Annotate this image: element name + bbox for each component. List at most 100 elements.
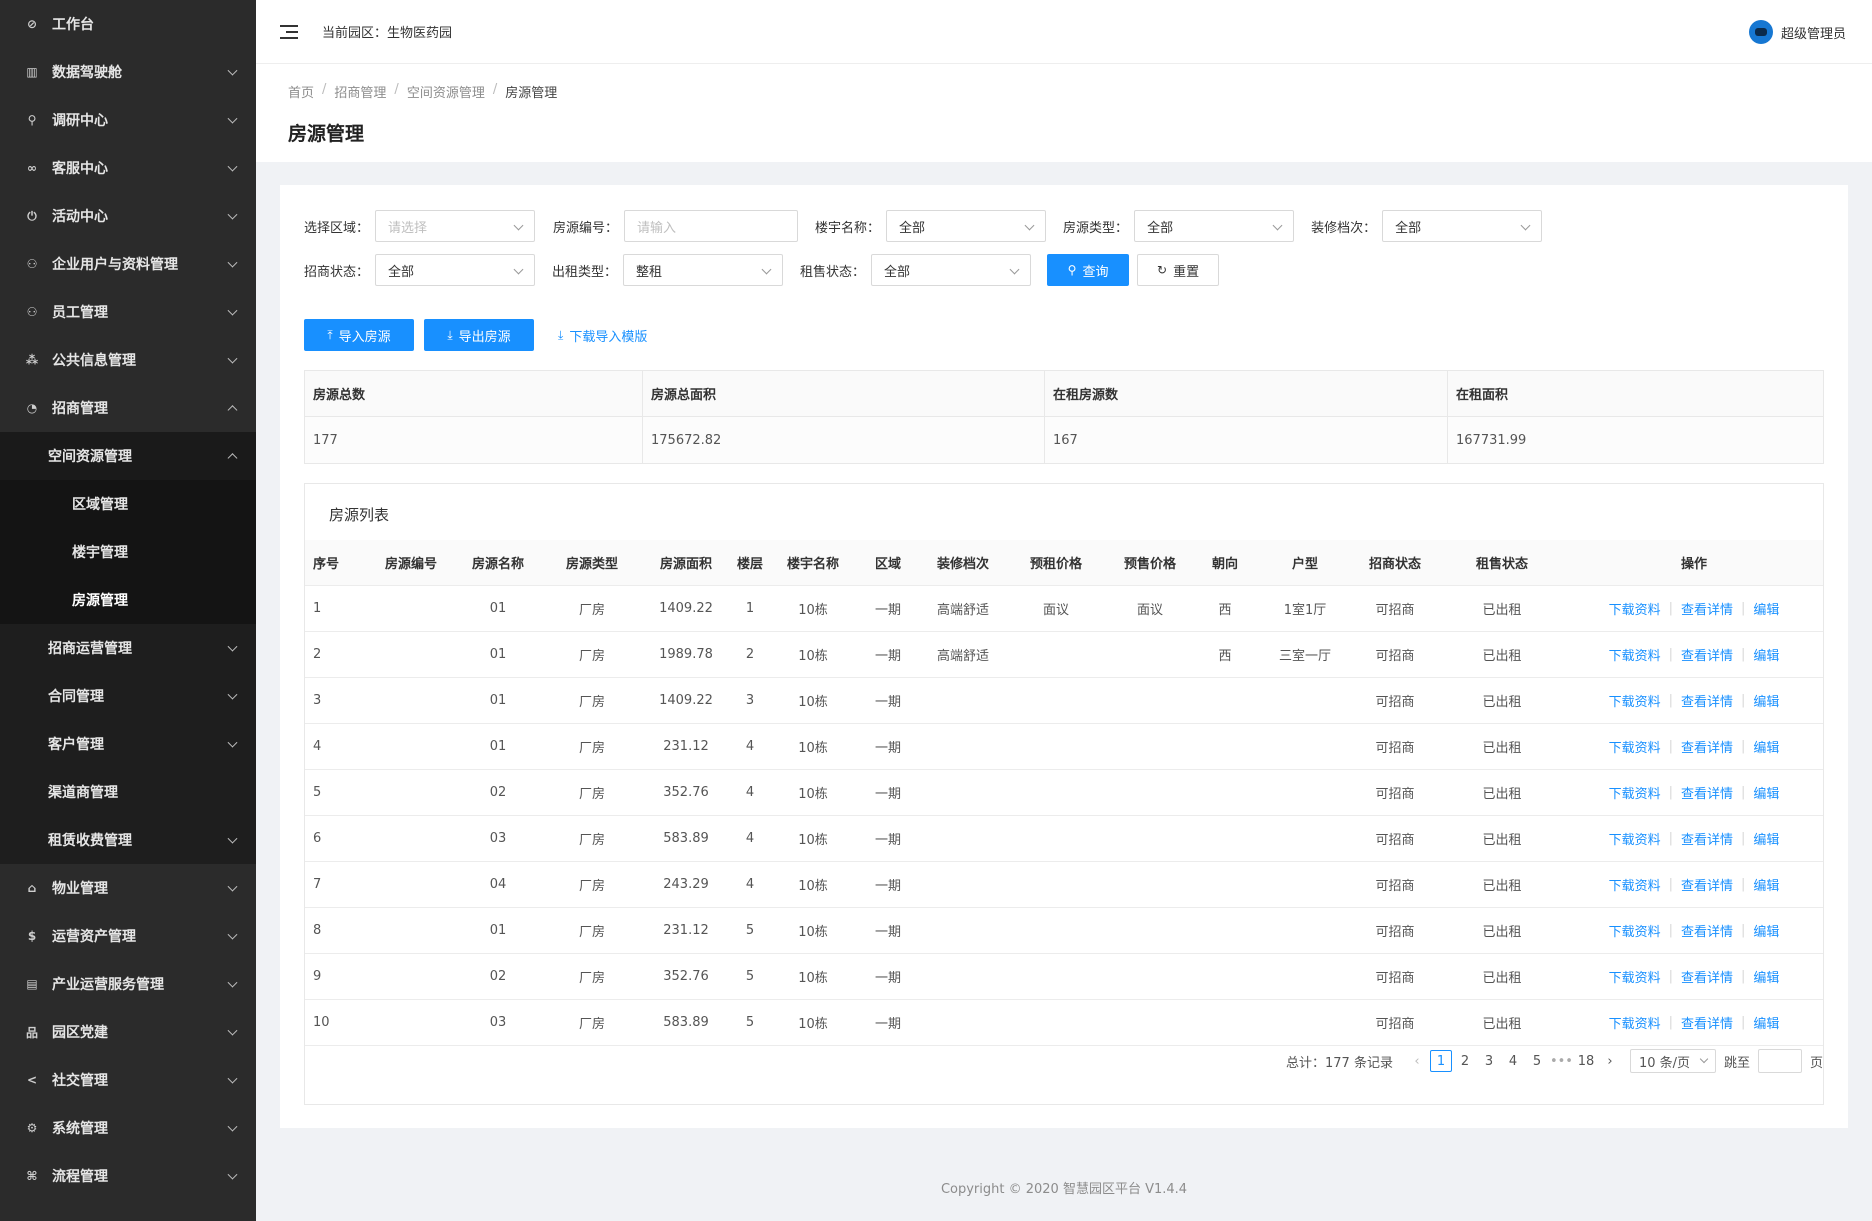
sidebar-item[interactable]: ◔ 招商管理: [0, 384, 256, 432]
sidebar-item[interactable]: ▥ 数据驾驶舱: [0, 48, 256, 96]
download-docs-link[interactable]: 下载资料: [1609, 783, 1661, 802]
sidebar-item[interactable]: ⏻ 活动中心: [0, 192, 256, 240]
edit-link[interactable]: 编辑: [1753, 599, 1779, 618]
building-select[interactable]: 全部: [886, 210, 1047, 242]
divider: |: [1741, 601, 1746, 616]
sidebar-item[interactable]: ▤ 产业运营服务管理: [0, 960, 256, 1008]
sidebar-item-space[interactable]: 空间资源管理: [0, 432, 256, 480]
download-docs-link[interactable]: 下载资料: [1609, 967, 1661, 986]
download-docs-link[interactable]: 下载资料: [1609, 1013, 1661, 1032]
view-detail-link[interactable]: 查看详情: [1681, 967, 1733, 986]
page-number[interactable]: 18: [1575, 1050, 1597, 1072]
view-detail-link[interactable]: 查看详情: [1681, 599, 1733, 618]
sidebar-item-sub[interactable]: 客户管理: [0, 720, 256, 768]
view-detail-link[interactable]: 查看详情: [1681, 829, 1733, 848]
menu-fold-icon[interactable]: [280, 24, 300, 40]
code-input[interactable]: 请输入: [624, 210, 799, 242]
page-ellipsis[interactable]: •••: [1550, 1050, 1573, 1072]
reset-button[interactable]: ↻ 重置: [1137, 254, 1220, 286]
edit-link[interactable]: 编辑: [1753, 645, 1779, 664]
download-docs-link[interactable]: 下载资料: [1609, 875, 1661, 894]
sidebar-item-sub[interactable]: 合同管理: [0, 672, 256, 720]
edit-link[interactable]: 编辑: [1753, 737, 1779, 756]
breadcrumb-space[interactable]: 空间资源管理: [407, 82, 485, 101]
sidebar-item[interactable]: ⁂ 公共信息管理: [0, 336, 256, 384]
table-cell: [1197, 862, 1253, 907]
sidebar-item-sub[interactable]: 租赁收费管理: [0, 816, 256, 864]
edit-link[interactable]: 编辑: [1753, 691, 1779, 710]
import-button[interactable]: ⤒ 导入房源: [304, 319, 414, 351]
sidebar-item[interactable]: < 社交管理: [0, 1056, 256, 1104]
sidebar-item[interactable]: 品园区党建: [0, 1008, 256, 1056]
page-number[interactable]: 1: [1429, 1050, 1452, 1072]
download-docs-link[interactable]: 下载资料: [1609, 599, 1661, 618]
sidebar-item[interactable]: ⌂ 物业管理: [0, 864, 256, 912]
user-menu[interactable]: 超级管理员: [1748, 20, 1846, 44]
sidebar-item[interactable]: ⚇ 员工管理: [0, 288, 256, 336]
download-docs-link[interactable]: 下载资料: [1609, 737, 1661, 756]
download-docs-link[interactable]: 下载资料: [1609, 921, 1661, 940]
edit-link[interactable]: 编辑: [1753, 875, 1779, 894]
edit-link[interactable]: 编辑: [1753, 1013, 1779, 1032]
invest-status-select[interactable]: 全部: [375, 254, 536, 286]
table-cell: [371, 724, 451, 769]
sidebar-item[interactable]: ⊘ 工作台: [0, 0, 256, 48]
decor-select[interactable]: 全部: [1382, 210, 1543, 242]
page-size-select[interactable]: 10 条/页: [1629, 1049, 1716, 1073]
breadcrumb-home[interactable]: 首页: [288, 82, 314, 101]
region-select[interactable]: 请选择: [375, 210, 536, 242]
sidebar-item-house-active[interactable]: 房源管理: [0, 576, 256, 624]
page-number[interactable]: 5: [1526, 1050, 1548, 1072]
table-cell: 583.89: [663, 831, 709, 846]
view-detail-link[interactable]: 查看详情: [1681, 875, 1733, 894]
export-button[interactable]: ⤓ 导出房源: [424, 319, 534, 351]
table-cell: 一期: [874, 879, 901, 894]
sidebar-item[interactable]: ∞ 客服中心: [0, 144, 256, 192]
page-number[interactable]: 3: [1478, 1050, 1500, 1072]
setting-icon: ⚙: [26, 1121, 38, 1135]
next-page-icon[interactable]: ›: [1599, 1050, 1621, 1072]
sidebar-item[interactable]: ⚲ 调研中心: [0, 96, 256, 144]
table-cell: [1197, 816, 1253, 861]
view-detail-link[interactable]: 查看详情: [1681, 783, 1733, 802]
table-cell: [371, 862, 451, 907]
page-number[interactable]: 4: [1502, 1050, 1524, 1072]
prev-page-icon[interactable]: ‹: [1406, 1050, 1428, 1072]
row-actions: 下载资料 | 查看详情 | 编辑: [1571, 954, 1817, 999]
sidebar-item[interactable]: $ 运营资产管理: [0, 912, 256, 960]
table-cell: [1197, 770, 1253, 815]
column-header: 房源编号: [384, 557, 437, 572]
sidebar-item-sub[interactable]: 区域管理: [0, 480, 256, 528]
jump-input[interactable]: [1757, 1049, 1802, 1073]
download-template-link[interactable]: ⤓ 下载导入模版: [558, 319, 647, 351]
sidebar-item[interactable]: ⚙ 系统管理: [0, 1104, 256, 1152]
type-select[interactable]: 全部: [1134, 210, 1295, 242]
edit-link[interactable]: 编辑: [1753, 783, 1779, 802]
page-number[interactable]: 2: [1454, 1050, 1476, 1072]
edit-link[interactable]: 编辑: [1753, 967, 1779, 986]
edit-link[interactable]: 编辑: [1753, 829, 1779, 848]
sidebar-item[interactable]: ⚇ 企业用户与资料管理: [0, 240, 256, 288]
lease-status-select[interactable]: 全部: [871, 254, 1032, 286]
rent-type-select[interactable]: 整租: [623, 254, 784, 286]
sidebar-item-sub[interactable]: 渠道商管理: [0, 768, 256, 816]
sidebar-item-sub[interactable]: 楼宇管理: [0, 528, 256, 576]
dollar-icon: $: [27, 929, 37, 943]
house-list-panel: 房源列表 序号 房源编号 房源名称 房源类型 房源面积 楼层 楼宇名称 区域 装修档次 预租价格 预…: [304, 483, 1824, 1105]
download-docs-link[interactable]: 下载资料: [1609, 691, 1661, 710]
link-icon: ∞: [27, 161, 37, 175]
view-detail-link[interactable]: 查看详情: [1681, 645, 1733, 664]
download-docs-link[interactable]: 下载资料: [1609, 829, 1661, 848]
breadcrumb-invest[interactable]: 招商管理: [334, 82, 386, 101]
query-button[interactable]: ⚲ 查询: [1047, 254, 1130, 286]
view-detail-link[interactable]: 查看详情: [1681, 737, 1733, 756]
table-cell: 10: [313, 1015, 330, 1030]
download-docs-link[interactable]: 下载资料: [1609, 645, 1661, 664]
sidebar-item[interactable]: ⌘ 流程管理: [0, 1152, 256, 1200]
view-detail-link[interactable]: 查看详情: [1681, 921, 1733, 940]
table-cell: 01: [489, 601, 507, 616]
edit-link[interactable]: 编辑: [1753, 921, 1779, 940]
view-detail-link[interactable]: 查看详情: [1681, 691, 1733, 710]
view-detail-link[interactable]: 查看详情: [1681, 1013, 1733, 1032]
sidebar-item-sub[interactable]: 招商运营管理: [0, 624, 256, 672]
